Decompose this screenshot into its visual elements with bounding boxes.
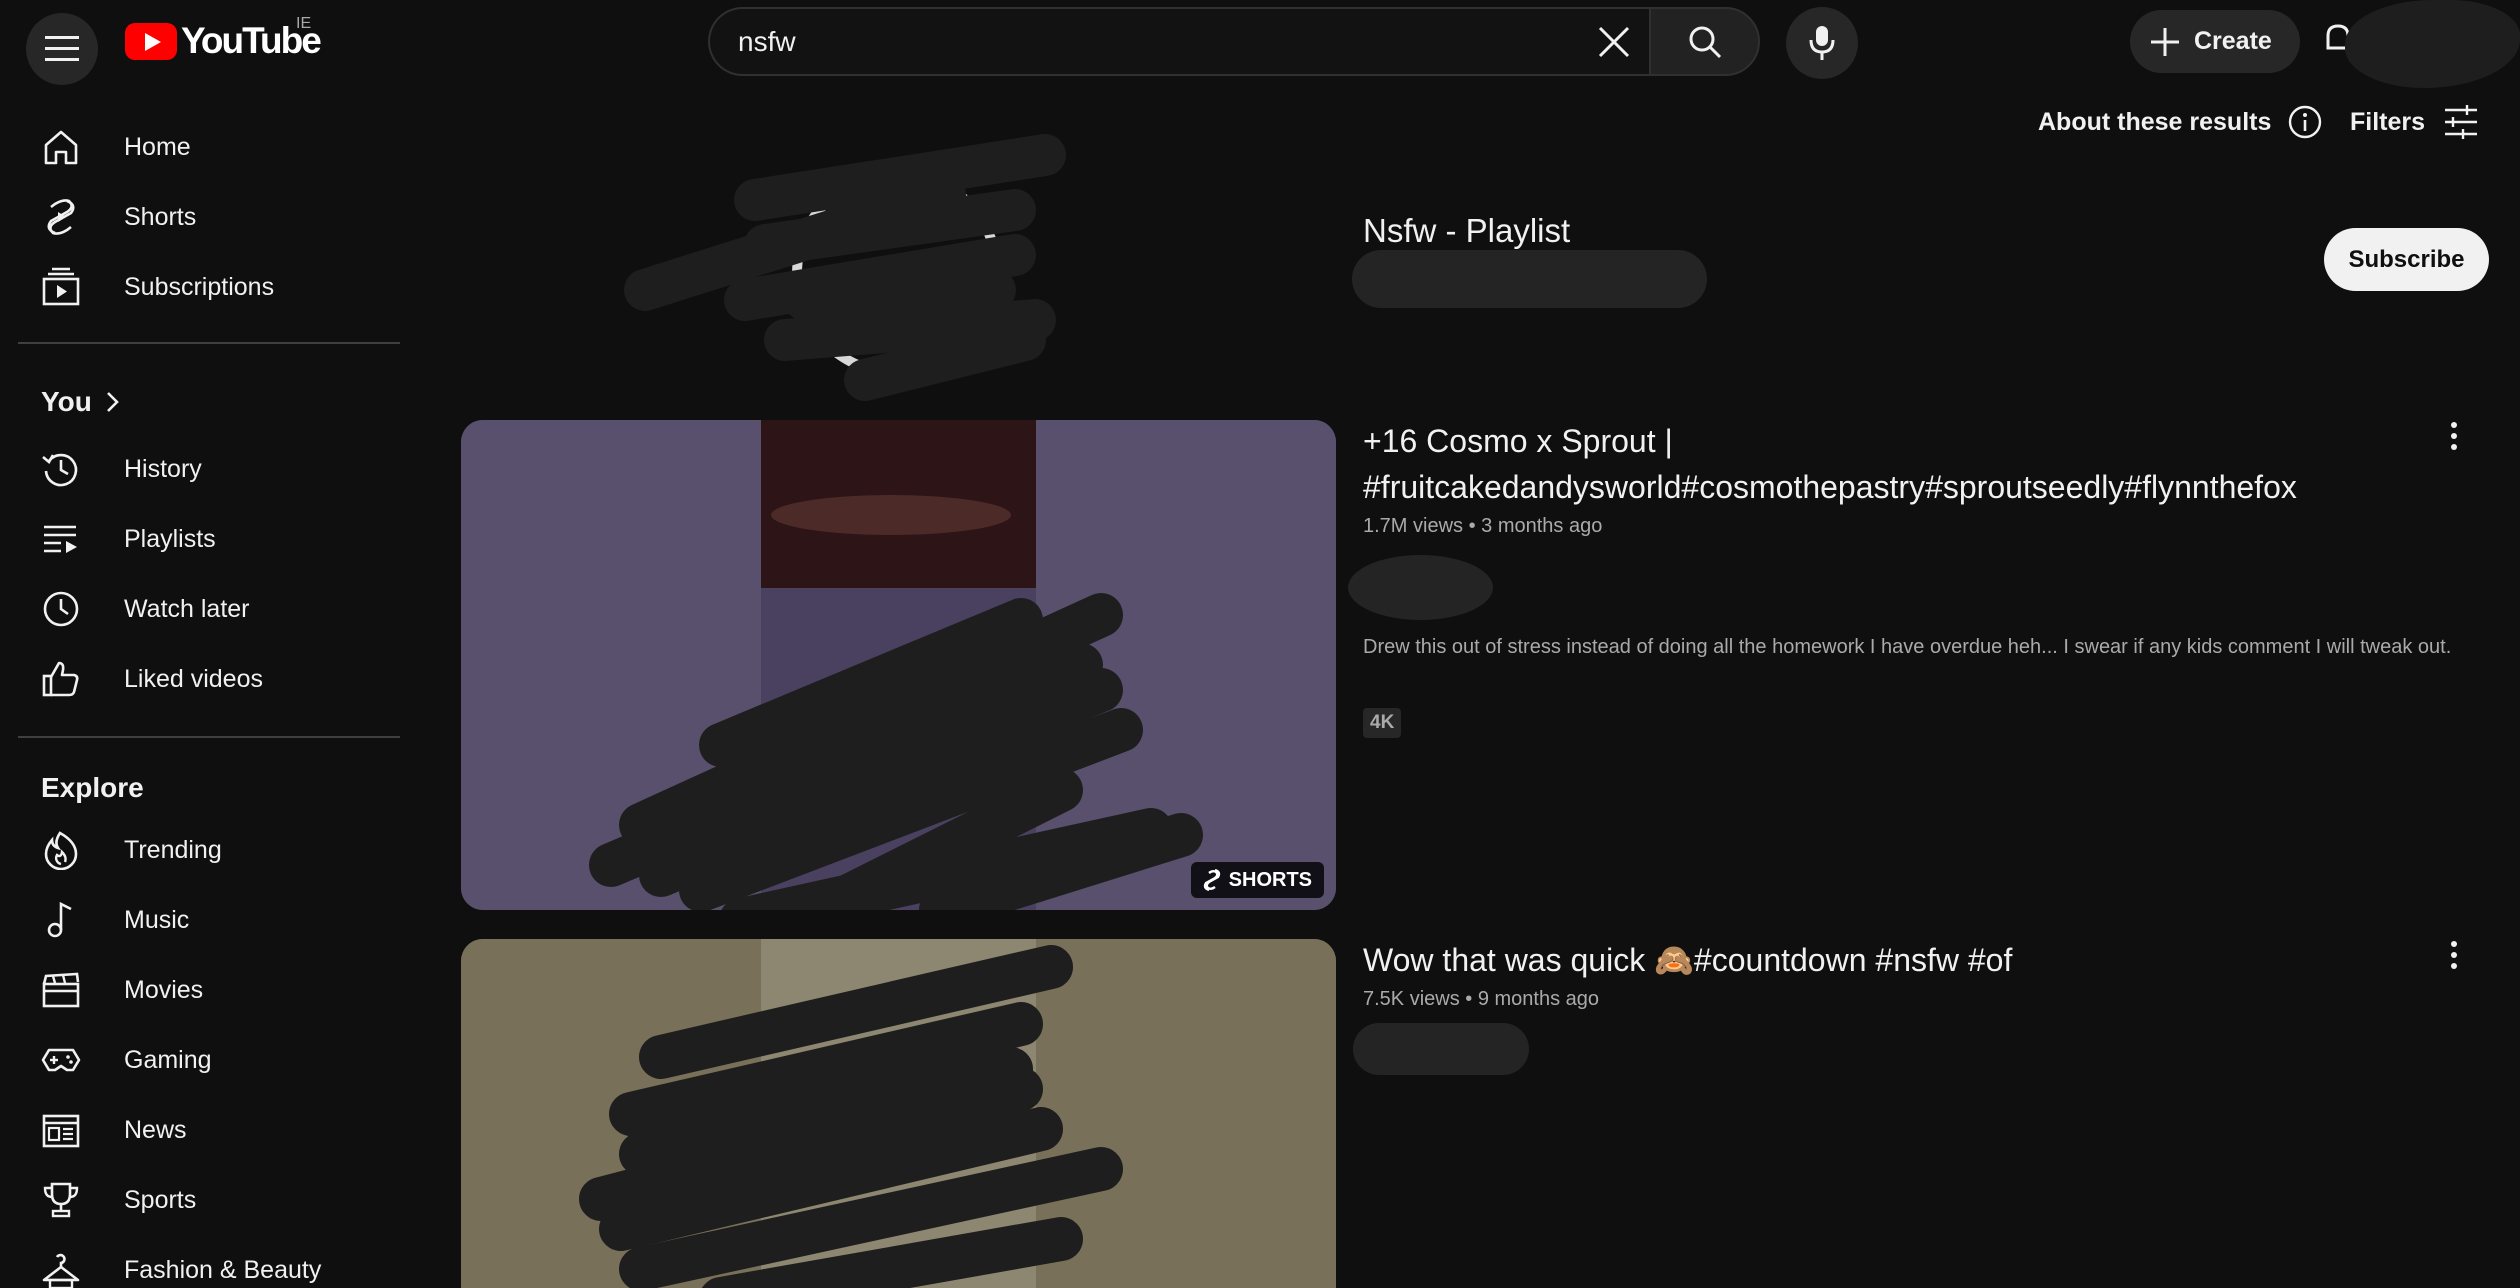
clear-search-button[interactable] (1587, 15, 1641, 69)
shorts-icon (1203, 869, 1220, 891)
filters-label: Filters (2350, 107, 2426, 136)
video-metadata: 7.5K views • 9 months ago (1363, 988, 1600, 1010)
home-icon (40, 126, 82, 168)
playlist-title[interactable]: Nsfw - Playlist (1363, 212, 1570, 250)
voice-search-button[interactable] (1786, 7, 1858, 79)
section-title: You (41, 386, 92, 417)
sidebar-item-label: News (124, 1115, 187, 1144)
sidebar-item-label: Movies (124, 975, 204, 1004)
hanger-icon (40, 1249, 82, 1288)
search-button[interactable] (1649, 7, 1760, 76)
upload-age: 3 months ago (1481, 515, 1603, 537)
info-icon (2289, 105, 2322, 139)
sidebar-item-label: Playlists (124, 524, 216, 553)
sidebar-item-liked-videos[interactable]: Liked videos (18, 648, 398, 710)
gaming-icon (40, 1039, 82, 1081)
history-icon (40, 448, 82, 490)
sidebar-item-label: Trending (124, 835, 222, 864)
sidebar-item-home[interactable]: Home (18, 116, 398, 178)
sidebar-item-label: Shorts (124, 202, 197, 231)
create-button[interactable]: Create (2130, 10, 2300, 73)
sidebar-item-subscriptions[interactable]: Subscriptions (18, 256, 398, 318)
sidebar-item-fashion-beauty[interactable]: Fashion & Beauty (18, 1239, 398, 1288)
sidebar-item-label: Music (124, 905, 190, 934)
sidebar-divider (18, 736, 400, 738)
sidebar-item-label: Home (124, 132, 191, 161)
view-count: 7.5K views (1363, 988, 1460, 1010)
search-box (708, 7, 1649, 76)
sidebar-item-label: Fashion & Beauty (124, 1255, 322, 1284)
shorts-icon (40, 196, 82, 238)
about-results-label: About these results (2038, 107, 2272, 136)
video-action-menu-button[interactable] (2434, 935, 2474, 975)
video-thumbnail[interactable]: SHORTS (461, 420, 1336, 910)
news-icon (40, 1109, 82, 1151)
more-vertical-icon (2451, 422, 2457, 450)
youtube-play-icon (125, 22, 177, 60)
video-title[interactable]: Wow that was quick 🙈#countdown #nsfw #of (1363, 937, 2443, 983)
plus-icon (2151, 27, 2179, 56)
channel-name-redaction (1353, 1023, 1529, 1075)
video-title[interactable]: +16 Cosmo x Sprout | #fruitcakedandyswor… (1363, 418, 2443, 510)
quality-badge: 4K (1363, 708, 1402, 738)
filter-sliders-icon (2445, 105, 2478, 139)
sidebar-item-music[interactable]: Music (18, 889, 398, 951)
video-description: Drew this out of stress instead of doing… (1363, 636, 2452, 658)
sidebar-item-sports[interactable]: Sports (18, 1169, 398, 1231)
thumbs-up-icon (40, 658, 82, 700)
youtube-logo[interactable]: YouTube (125, 20, 322, 62)
video-action-menu-button[interactable] (2434, 416, 2474, 456)
movies-icon (40, 969, 82, 1011)
more-vertical-icon (2451, 941, 2457, 969)
sidebar-section-you[interactable]: You (41, 386, 120, 418)
country-code: IE (296, 15, 312, 32)
sidebar-item-gaming[interactable]: Gaming (18, 1029, 398, 1091)
video-thumbnail[interactable] (461, 939, 1336, 1288)
subscriptions-icon (40, 266, 82, 308)
sidebar-divider (18, 342, 400, 344)
sidebar-item-label: Sports (124, 1185, 197, 1214)
filters-button[interactable]: Filters (2350, 104, 2479, 140)
shorts-badge: SHORTS (1190, 862, 1324, 898)
chevron-right-icon (106, 392, 119, 412)
sidebar-item-label: Subscriptions (124, 272, 275, 301)
sidebar-item-news[interactable]: News (18, 1099, 398, 1161)
sidebar-item-label: Liked videos (124, 664, 263, 693)
sidebar: Home Shorts Subscriptions You History Pl… (0, 90, 400, 1288)
sidebar-section-explore: Explore (41, 772, 144, 804)
close-icon (1598, 26, 1630, 58)
about-results-button[interactable]: About these results (2038, 104, 2323, 140)
watch-later-icon (40, 588, 82, 630)
sidebar-item-playlists[interactable]: Playlists (18, 508, 398, 570)
sidebar-item-trending[interactable]: Trending (18, 819, 398, 881)
sidebar-item-label: Watch later (124, 594, 250, 623)
section-title: Explore (41, 772, 144, 803)
sidebar-item-shorts[interactable]: Shorts (18, 186, 398, 248)
upload-age: 9 months ago (1477, 988, 1600, 1010)
shorts-badge-label: SHORTS (1228, 868, 1312, 891)
microphone-icon (1809, 26, 1835, 60)
sidebar-item-label: History (124, 454, 202, 483)
sidebar-item-label: Gaming (124, 1045, 212, 1074)
search-icon (1689, 26, 1721, 58)
sidebar-item-history[interactable]: History (18, 438, 398, 500)
sidebar-item-movies[interactable]: Movies (18, 959, 398, 1021)
music-icon (40, 899, 82, 941)
hamburger-icon (45, 36, 79, 61)
subscribe-button[interactable]: Subscribe (2324, 228, 2489, 291)
channel-name-redaction (1352, 250, 1707, 308)
trophy-icon (40, 1179, 82, 1221)
playlists-icon (40, 518, 82, 560)
search-input[interactable] (738, 23, 1518, 61)
channel-avatar-redaction (1348, 555, 1493, 620)
playlist-thumbnail[interactable] (615, 125, 1085, 415)
sidebar-item-watch-later[interactable]: Watch later (18, 578, 398, 640)
trending-icon (40, 829, 82, 871)
avatar[interactable] (2345, 0, 2520, 88)
view-count: 1.7M views (1363, 515, 1464, 537)
guide-menu-button[interactable] (26, 13, 98, 85)
video-metadata: 1.7M views • 3 months ago (1363, 515, 1603, 537)
create-label: Create (2194, 27, 2272, 55)
masthead: YouTube IE Create (0, 0, 2520, 90)
